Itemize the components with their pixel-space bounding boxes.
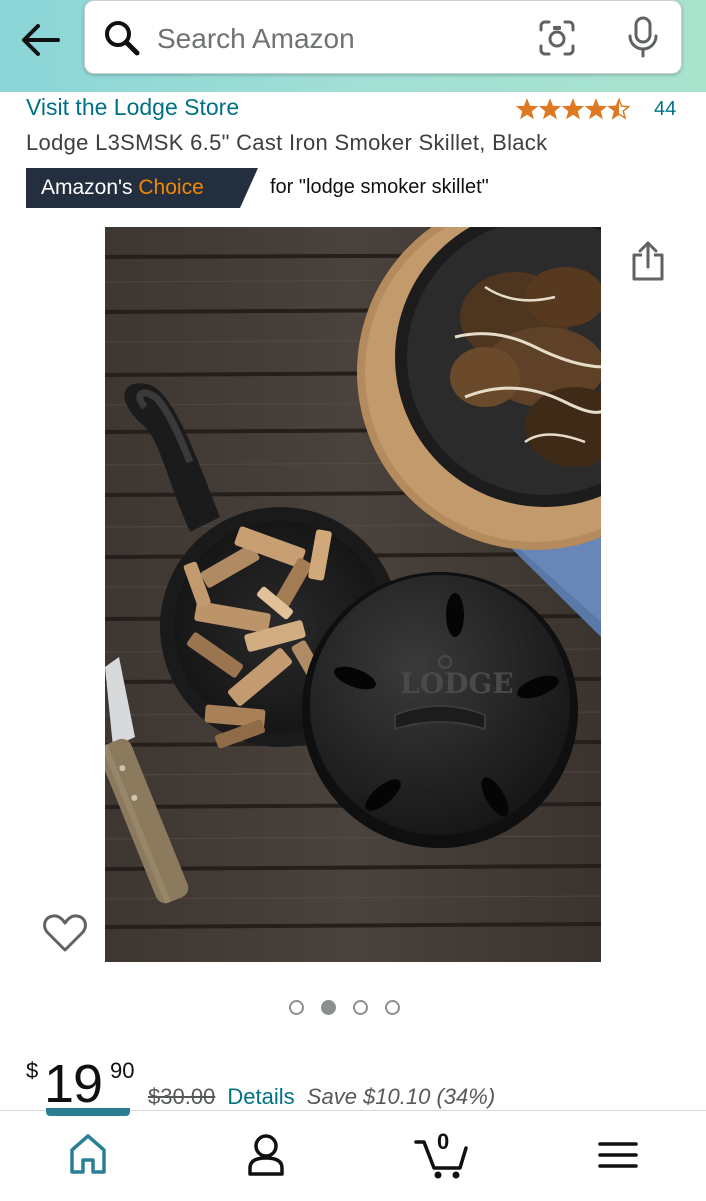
product-title: Lodge L3SMSK 6.5" Cast Iron Smoker Skill…	[26, 130, 548, 155]
savings-text: Save $10.10 (34%)	[306, 1084, 496, 1109]
share-icon[interactable]	[630, 240, 666, 282]
price-details-link[interactable]: Details	[227, 1084, 294, 1109]
product-image[interactable]: LODGE	[105, 227, 601, 962]
search-icon	[105, 21, 140, 56]
account-icon[interactable]	[244, 1128, 288, 1180]
visit-store-link[interactable]: Visit the Lodge Store	[26, 94, 239, 121]
home-icon[interactable]	[66, 1128, 110, 1180]
back-arrow-icon	[22, 24, 60, 56]
microphone-icon[interactable]	[623, 15, 663, 59]
cart-count: 0	[437, 1129, 450, 1154]
price-fraction: 90	[110, 1058, 135, 1083]
badge-prefix: Amazon's	[41, 176, 133, 199]
badge-keyword: for "lodge smoker skillet"	[270, 176, 489, 198]
price-whole: 19	[44, 1054, 103, 1114]
back-button[interactable]	[14, 14, 66, 66]
image-dot[interactable]	[353, 1000, 368, 1015]
top-search-bar	[0, 0, 706, 92]
heart-icon[interactable]	[42, 912, 88, 954]
image-pagination[interactable]	[289, 1000, 400, 1015]
image-dot[interactable]	[385, 1000, 400, 1015]
image-dot[interactable]	[289, 1000, 304, 1015]
search-box[interactable]	[84, 0, 682, 74]
image-dot-active[interactable]	[321, 1000, 336, 1015]
rating-stars-icon	[516, 98, 630, 119]
nav-active-indicator	[46, 1108, 130, 1116]
menu-icon[interactable]	[596, 1128, 640, 1180]
price-currency: $	[26, 1058, 39, 1083]
lid-brand-text: LODGE	[400, 667, 514, 700]
list-price: $30.00	[148, 1084, 216, 1109]
badge-suffix: Choice	[138, 176, 204, 199]
camera-scan-icon[interactable]	[537, 18, 577, 58]
search-input[interactable]	[155, 18, 539, 60]
amazons-choice-badge: Amazon's Choice	[26, 168, 258, 208]
star-rating[interactable]	[516, 96, 630, 122]
price-details-line: $30.00 Details Save $10.10 (34%)	[148, 1084, 495, 1110]
rating-count[interactable]: 44	[654, 98, 676, 121]
